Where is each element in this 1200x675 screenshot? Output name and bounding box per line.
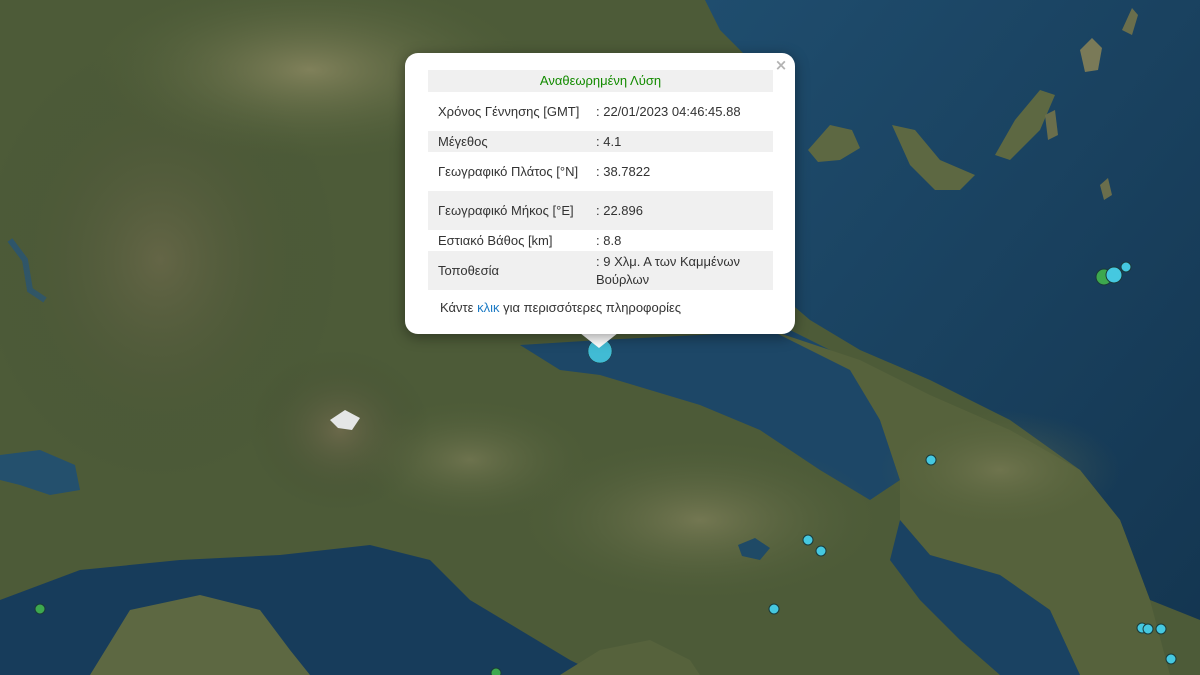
earthquake-info-table: Χρόνος Γέννησης [GMT] : 22/01/2023 04:46… [428, 92, 773, 290]
earthquake-marker[interactable] [490, 667, 502, 675]
info-row-depth: Εστιακό Βάθος [km] : 8.8 [428, 230, 773, 251]
info-row-origin-time: Χρόνος Γέννησης [GMT] : 22/01/2023 04:46… [428, 92, 773, 131]
earthquake-marker[interactable] [1120, 261, 1132, 273]
info-label: Τοποθεσία [428, 251, 592, 290]
info-label: Γεωγραφικό Πλάτος [°N] [438, 163, 579, 179]
more-info-prefix: Κάντε [440, 300, 478, 315]
info-value: : 8.8 [596, 232, 622, 248]
info-label: Μέγεθος [428, 131, 592, 152]
info-row-latitude: Γεωγραφικό Πλάτος [°N] : 38.7822 [428, 152, 773, 191]
info-value: : 4.1 [592, 131, 773, 152]
earthquake-popup: × Αναθεωρημένη Λύση Χρόνος Γέννησης [GMT… [405, 53, 795, 334]
close-icon[interactable]: × [773, 57, 789, 73]
info-value: : 22.896 [592, 191, 773, 230]
earthquake-marker[interactable] [925, 454, 937, 466]
lamia-plain [350, 400, 590, 520]
info-label: Χρόνος Γέννησης [GMT] [438, 103, 580, 119]
popup-title: Αναθεωρημένη Λύση [428, 70, 773, 92]
info-label: Εστιακό Βάθος [km] [438, 232, 553, 248]
earthquake-marker[interactable] [768, 603, 780, 615]
earthquake-marker[interactable] [1105, 266, 1123, 284]
earthquake-marker[interactable] [1165, 653, 1177, 665]
info-label: Γεωγραφικό Μήκος [°E] [428, 191, 592, 230]
info-row-location: Τοποθεσία : 9 Χλμ. Α των Καμμένων Βούρλω… [428, 251, 773, 290]
info-value: : 22/01/2023 04:46:45.88 [596, 103, 741, 119]
earthquake-marker[interactable] [34, 603, 46, 615]
popup-pointer [580, 333, 618, 348]
more-info-line: Κάντε κλικ για περισσότερες πληροφορίες [440, 300, 681, 315]
euboea-plain [880, 410, 1120, 530]
info-value: : 9 Χλμ. Α των Καμμένων Βούρλων [592, 251, 773, 290]
more-info-suffix: για περισσότερες πληροφορίες [499, 300, 682, 315]
more-info-link[interactable]: κλικ [477, 300, 499, 315]
earthquake-marker[interactable] [1155, 623, 1167, 635]
info-row-longitude: Γεωγραφικό Μήκος [°E] : 22.896 [428, 191, 773, 230]
info-value: : 38.7822 [596, 163, 651, 179]
earthquake-marker[interactable] [815, 545, 827, 557]
earthquake-marker[interactable] [1142, 623, 1154, 635]
info-row-magnitude: Μέγεθος : 4.1 [428, 131, 773, 152]
earthquake-marker[interactable] [802, 534, 814, 546]
